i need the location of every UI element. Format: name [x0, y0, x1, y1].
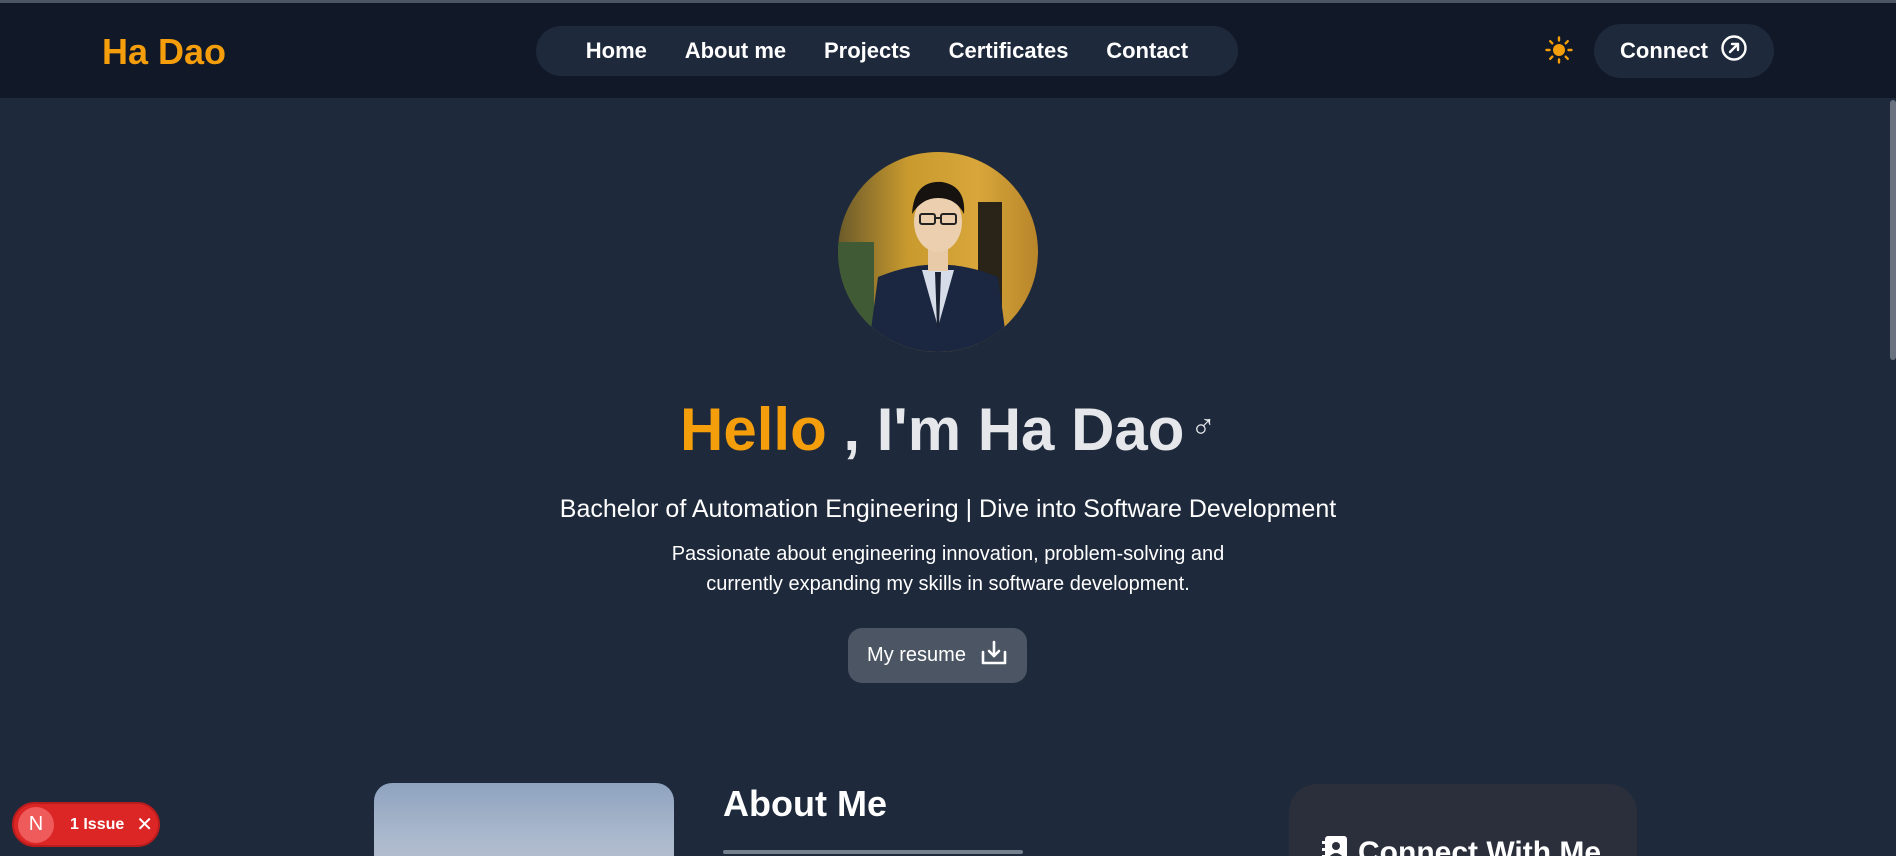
resume-button-label: My resume — [867, 644, 966, 666]
connect-button-label: Connect — [1620, 38, 1708, 63]
hero-heading: Hello , I'm Ha Dao ♂ — [0, 395, 1896, 464]
page-scrollbar[interactable] — [1890, 100, 1896, 360]
main-nav: Home About me Projects Certificates Cont… — [536, 26, 1238, 76]
about-text-preview — [723, 850, 1023, 856]
about-heading: About Me — [723, 783, 887, 824]
sun-icon[interactable] — [1545, 36, 1573, 64]
download-icon — [980, 640, 1008, 672]
close-icon[interactable]: ✕ — [136, 812, 153, 837]
hero-greeting-highlight: Hello — [680, 396, 827, 463]
nav-item-home[interactable]: Home — [586, 38, 647, 64]
hero-subtitle: Bachelor of Automation Engineering | Div… — [559, 495, 1337, 523]
contact-book-icon — [1322, 834, 1350, 856]
about-photo — [374, 783, 674, 856]
hero-greeting-name: , I'm Ha Dao — [843, 396, 1185, 463]
connect-button[interactable]: Connect — [1594, 24, 1774, 78]
connect-card-title: Connect With Me — [1358, 836, 1602, 856]
male-symbol-icon: ♂ — [1190, 408, 1216, 446]
site-logo[interactable]: Ha Dao — [102, 31, 226, 73]
nav-item-projects[interactable]: Projects — [824, 38, 911, 64]
issues-count-label: 1 Issue — [70, 815, 125, 833]
dev-issues-badge[interactable]: N 1 Issue ✕ — [12, 802, 160, 847]
arrow-up-right-circle-icon — [1720, 34, 1748, 68]
nextjs-logo-icon: N — [18, 806, 54, 843]
connect-card-heading: Connect With Me — [1322, 834, 1601, 856]
navbar: Ha Dao Home About me Projects Certificat… — [0, 3, 1896, 98]
nav-item-about[interactable]: About me — [685, 38, 786, 64]
resume-download-button[interactable]: My resume — [848, 628, 1027, 683]
profile-photo — [838, 152, 1038, 352]
nav-item-certificates[interactable]: Certificates — [949, 38, 1069, 64]
hero-description: Passionate about engineering innovation,… — [671, 543, 1225, 595]
nav-item-contact[interactable]: Contact — [1106, 38, 1188, 64]
